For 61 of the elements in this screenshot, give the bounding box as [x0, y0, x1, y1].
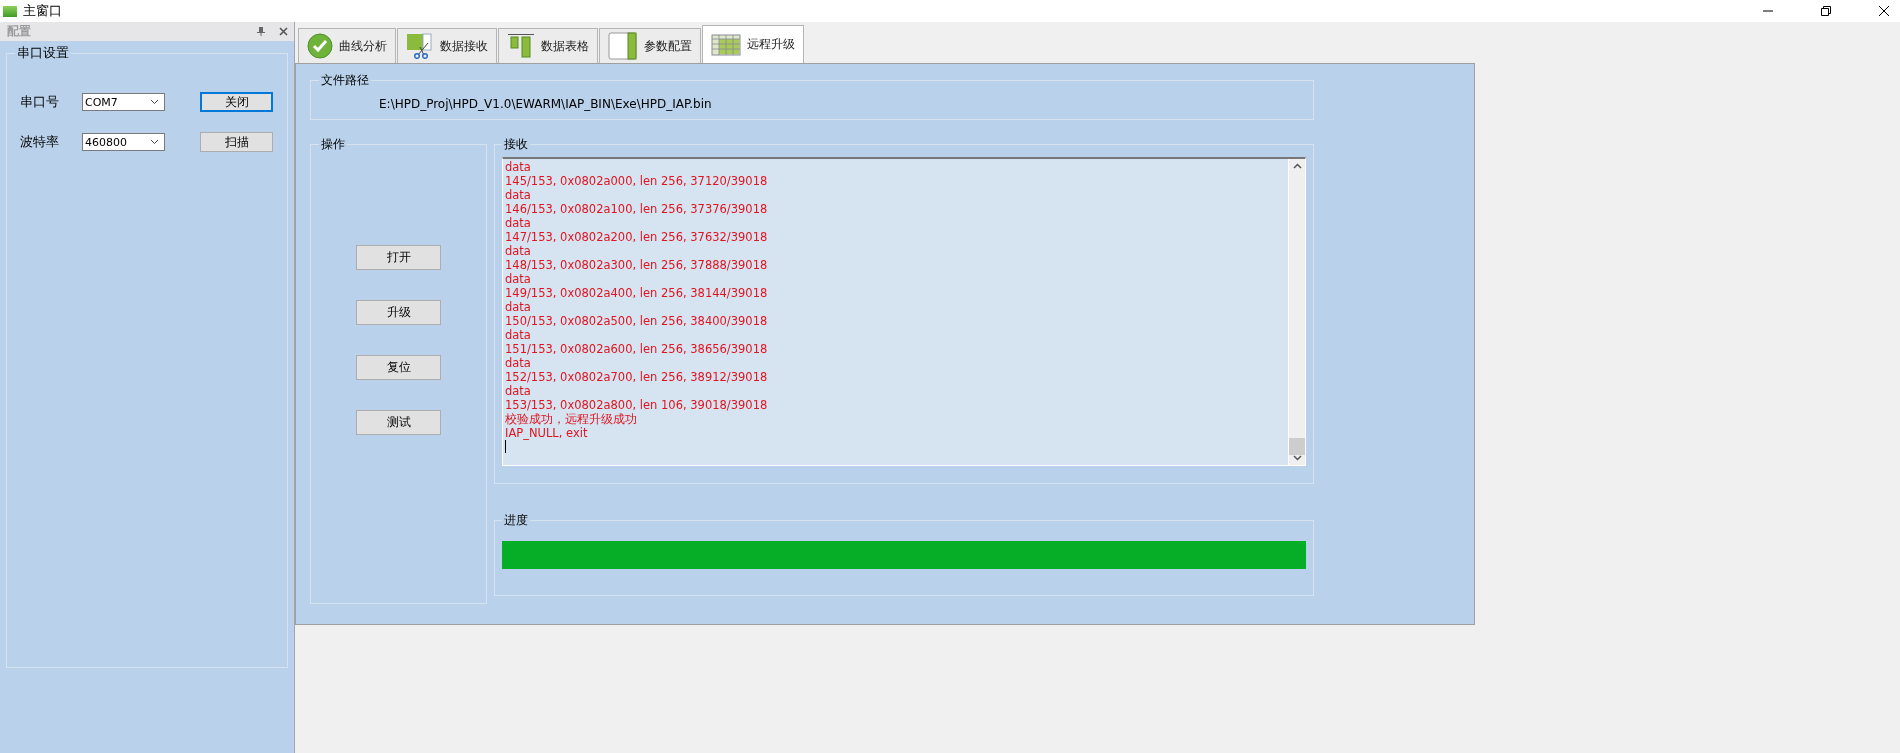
log-line: 148/153, 0x0802a300, len 256, 37888/39018	[505, 258, 769, 272]
log-line: data	[505, 188, 532, 202]
dropdown[interactable]: COM7	[82, 93, 165, 111]
log-textbox[interactable]	[502, 157, 1306, 466]
log-line: data	[505, 216, 532, 230]
scroll-up-icon[interactable]	[1292, 163, 1302, 169]
close-icon[interactable]	[1878, 5, 1890, 17]
pin-icon[interactable]	[257, 27, 265, 36]
log-line: data	[505, 272, 532, 286]
group-title: 接收	[503, 136, 529, 153]
scroll-down-icon[interactable]	[1292, 455, 1302, 461]
tab[interactable]: 数据表格	[498, 28, 598, 63]
tab[interactable]: 远程升级	[702, 25, 804, 63]
log-line: 147/153, 0x0802a200, len 256, 37632/39018	[505, 230, 769, 244]
log-line: data	[505, 160, 532, 174]
group-title: 操作	[320, 136, 346, 153]
log-line: 146/153, 0x0802a100, len 256, 37376/39018	[505, 202, 769, 216]
log-line: 149/153, 0x0802a400, len 256, 38144/39018	[505, 286, 769, 300]
checkmark-icon	[307, 33, 333, 59]
panel-icon	[608, 32, 638, 60]
log-line: data	[505, 244, 532, 258]
button[interactable]: 扫描	[200, 132, 273, 152]
log-line: 150/153, 0x0802a500, len 256, 38400/39018	[505, 314, 769, 328]
log-line: 145/153, 0x0802a000, len 256, 37120/39018	[505, 174, 769, 188]
tab[interactable]: 曲线分析	[298, 28, 396, 63]
log-line: data	[505, 300, 532, 314]
field-label: 波特率	[20, 133, 60, 151]
log-line: data	[505, 356, 532, 370]
scroll-thumb[interactable]	[1289, 438, 1305, 455]
button[interactable]: 打开	[356, 245, 441, 270]
log-line: 校验成功，远程升级成功	[505, 412, 638, 426]
grid-icon	[711, 33, 741, 56]
app-icon	[3, 5, 17, 17]
window-title: 主窗口	[23, 2, 62, 20]
chevron-down-icon	[150, 139, 159, 145]
scissors-icon	[406, 33, 434, 59]
button[interactable]: 升级	[356, 300, 441, 325]
log-line: IAP_NULL, exit	[505, 426, 589, 440]
tab[interactable]: 参数配置	[599, 28, 701, 63]
restore-icon[interactable]	[1820, 5, 1832, 17]
log-line: 151/153, 0x0802a600, len 256, 38656/39018	[505, 342, 769, 356]
columns-icon	[507, 33, 535, 59]
field-label: 串口号	[20, 93, 60, 111]
text-cursor	[505, 440, 506, 453]
file-path-text: E:\HPD_Proj\HPD_V1.0\EWARM\IAP_BIN\Exe\HPD_IAP.bin	[378, 96, 713, 111]
log-line: 152/153, 0x0802a700, len 256, 38912/39018	[505, 370, 769, 384]
group-title: 进度	[503, 512, 529, 529]
scrollbar[interactable]	[1288, 159, 1305, 465]
button[interactable]: 关闭	[200, 92, 273, 112]
log-line: data	[505, 384, 532, 398]
tab[interactable]: 数据接收	[397, 28, 497, 63]
group-title: 串口设置	[16, 44, 70, 62]
log-line: data	[505, 328, 532, 342]
group-title: 文件路径	[320, 72, 370, 89]
button[interactable]: 测试	[356, 410, 441, 435]
chevron-down-icon	[150, 99, 159, 105]
dock-title: 配置	[7, 23, 31, 40]
close-icon[interactable]	[279, 27, 288, 36]
dropdown[interactable]: 460800	[82, 133, 165, 151]
log-line: 153/153, 0x0802a800, len 106, 39018/39018	[505, 398, 769, 412]
button[interactable]: 复位	[356, 355, 441, 380]
